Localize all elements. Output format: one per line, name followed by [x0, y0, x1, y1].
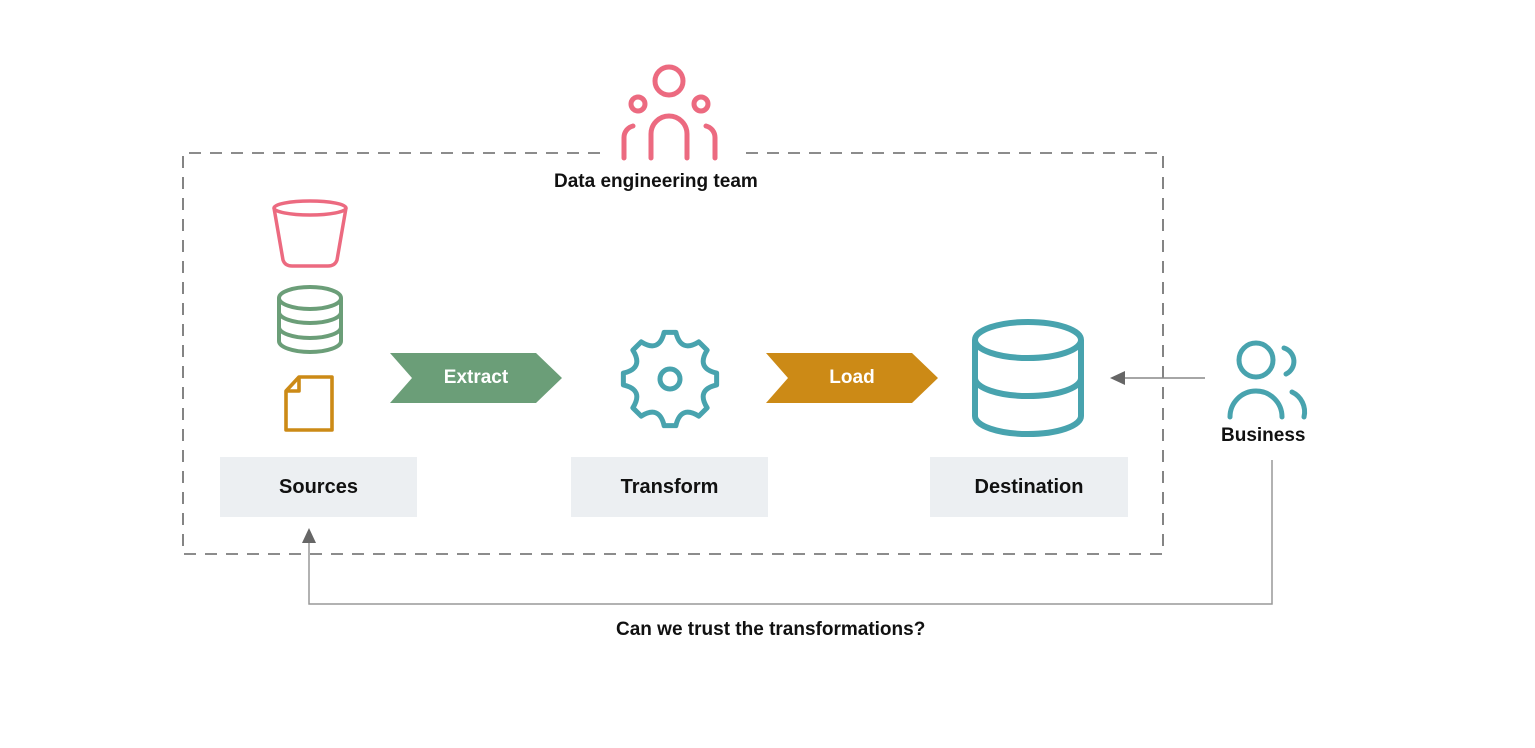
trust-question: Can we trust the transformations?	[616, 619, 926, 640]
